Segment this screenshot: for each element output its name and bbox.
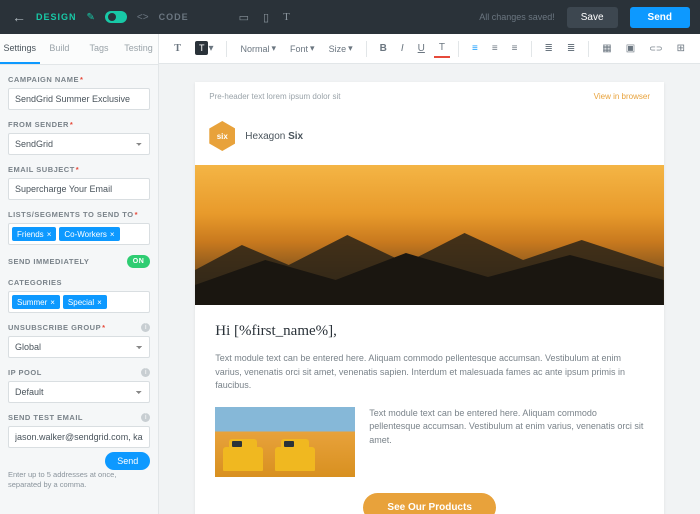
link-icon[interactable]: ⊂⊃ <box>644 41 667 56</box>
tab-testing[interactable]: Testing <box>119 34 159 64</box>
save-button[interactable]: Save <box>567 7 618 28</box>
chip-remove-icon[interactable]: × <box>50 298 55 307</box>
back-icon[interactable]: ← <box>12 9 26 25</box>
column-paragraph: Text module text can be entered here. Al… <box>369 407 644 477</box>
body-paragraph: Text module text can be entered here. Al… <box>215 352 644 393</box>
tab-settings[interactable]: Settings <box>0 34 40 64</box>
size-dropdown[interactable]: Size ▾ <box>324 40 358 57</box>
paragraph-style-dropdown[interactable]: Normal ▾ <box>235 40 281 57</box>
bold-icon[interactable]: B <box>375 40 392 57</box>
chip-remove-icon[interactable]: × <box>97 298 102 307</box>
info-icon[interactable]: i <box>141 323 150 332</box>
from-sender-label: FROM SENDER <box>8 120 150 129</box>
categories-chip-box[interactable]: Summer× Special× <box>8 291 150 313</box>
desktop-preview-icon[interactable]: ▭ <box>239 11 249 24</box>
chip-remove-icon[interactable]: × <box>47 230 52 239</box>
test-email-hint: Enter up to 5 addresses at once, separat… <box>8 470 150 490</box>
brand-logo: six <box>209 121 235 151</box>
categories-label: CATEGORIES <box>8 278 150 287</box>
sidebar-tabs: Settings Build Tags Testing <box>0 34 158 65</box>
format-toolbar: T T▾ Normal ▾ Font ▾ Size ▾ B I U T ≡ ≡ … <box>159 34 700 64</box>
code-icon: <> <box>137 12 149 23</box>
chip-remove-icon[interactable]: × <box>110 230 115 239</box>
editor-canvas: T T▾ Normal ▾ Font ▾ Size ▾ B I U T ≡ ≡ … <box>159 34 700 514</box>
category-chip: Special× <box>63 295 107 309</box>
mobile-preview-icon[interactable]: ▯ <box>263 11 269 24</box>
design-code-toggle[interactable] <box>105 11 127 23</box>
test-email-label: SEND TEST EMAIL <box>8 413 83 422</box>
tab-build[interactable]: Build <box>40 34 80 64</box>
list-chip: Friends× <box>12 227 56 241</box>
info-icon[interactable]: i <box>141 368 150 377</box>
greeting-text: Hi [%first_name%], <box>215 323 644 340</box>
text-color-icon[interactable]: T <box>434 40 450 58</box>
send-immediately-label: SEND IMMEDIATELY <box>8 257 89 266</box>
campaign-name-label: CAMPAIGN NAME <box>8 75 150 84</box>
test-email-input[interactable] <box>8 426 150 448</box>
preheader-text: Pre-header text lorem ipsum dolor sit <box>209 92 340 101</box>
list-chip: Co-Workers× <box>59 227 119 241</box>
align-right-icon[interactable]: ≡ <box>507 40 523 57</box>
settings-sidebar: Settings Build Tags Testing CAMPAIGN NAM… <box>0 34 159 514</box>
text-tool-icon[interactable]: T <box>169 40 186 57</box>
brand-name: Hexagon Six <box>245 131 303 142</box>
unsub-select[interactable]: Global <box>8 336 150 358</box>
align-left-icon[interactable]: ≡ <box>467 40 483 57</box>
ippool-label: IP POOL <box>8 368 42 377</box>
list-ordered-icon[interactable]: ≣ <box>540 40 558 57</box>
email-subject-input[interactable] <box>8 178 150 200</box>
lists-chip-box[interactable]: Friends× Co-Workers× <box>8 223 150 245</box>
grid-icon[interactable]: ▦ <box>597 40 616 57</box>
send-immediately-toggle[interactable]: ON <box>127 255 151 268</box>
ippool-select[interactable]: Default <box>8 381 150 403</box>
italic-icon[interactable]: I <box>396 40 409 57</box>
design-mode-label[interactable]: DESIGN <box>36 12 77 22</box>
lists-label: LISTS/SEGMENTS TO SEND TO <box>8 210 150 219</box>
cta-button[interactable]: See Our Products <box>363 493 495 514</box>
inline-image <box>215 407 355 477</box>
image-icon[interactable]: ▣ <box>621 40 640 57</box>
text-preview-icon[interactable]: T <box>283 11 290 24</box>
email-subject-label: EMAIL SUBJECT <box>8 165 150 174</box>
underline-icon[interactable]: U <box>413 40 430 57</box>
align-center-icon[interactable]: ≡ <box>487 40 503 57</box>
save-status: All changes saved! <box>479 12 555 22</box>
text-style-dropdown[interactable]: T▾ <box>190 40 219 57</box>
email-preview[interactable]: Pre-header text lorem ipsum dolor sit Vi… <box>195 82 664 514</box>
tab-tags[interactable]: Tags <box>79 34 119 64</box>
campaign-name-input[interactable] <box>8 88 150 110</box>
send-button[interactable]: Send <box>630 7 690 28</box>
topbar: ← DESIGN ✎ <> CODE ▭ ▯ T All changes sav… <box>0 0 700 34</box>
table-icon[interactable]: ⊞ <box>672 40 690 57</box>
unsub-label: UNSUBSCRIBE GROUP <box>8 323 106 332</box>
list-unordered-icon[interactable]: ≣ <box>562 40 580 57</box>
category-chip: Summer× <box>12 295 60 309</box>
hero-image <box>195 165 664 305</box>
from-sender-select[interactable]: SendGrid <box>8 133 150 155</box>
font-dropdown[interactable]: Font ▾ <box>285 40 320 57</box>
send-test-button[interactable]: Send <box>105 452 150 470</box>
code-mode-label[interactable]: CODE <box>159 12 189 22</box>
pencil-icon: ✎ <box>87 12 95 23</box>
view-in-browser-link[interactable]: View in browser <box>594 92 650 101</box>
info-icon[interactable]: i <box>141 413 150 422</box>
